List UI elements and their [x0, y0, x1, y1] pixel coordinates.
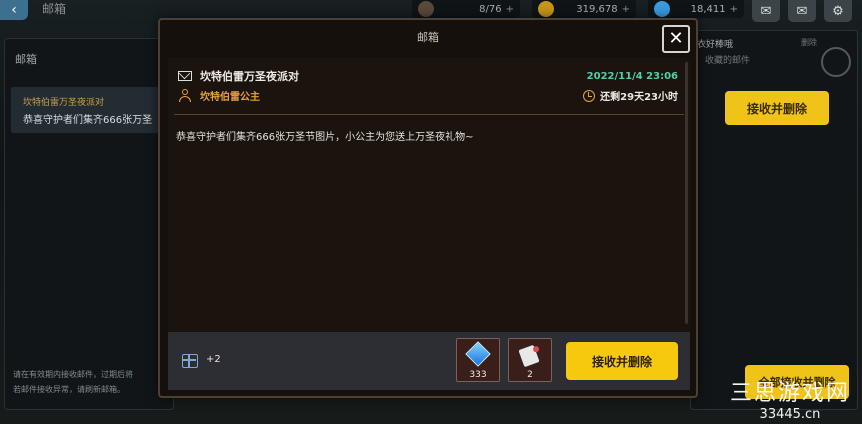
attachment-qty: 333: [469, 370, 487, 380]
chat-icon: ✉: [760, 3, 772, 19]
mail-button[interactable]: ✉: [788, 0, 816, 22]
mail-hint-1: 请在有效期内接收邮件，过期后将: [13, 370, 133, 379]
mail-icon: ✉: [796, 3, 808, 19]
expiry-text: 还剩29天23小时: [600, 92, 678, 103]
mail-sender: 坎特伯雷公主: [200, 92, 260, 103]
mail-hint-2: 若邮件接收异常，请刷新邮箱。: [13, 385, 125, 394]
diamond-icon: [465, 341, 491, 367]
watermark-site: 33445.cn: [759, 407, 821, 422]
close-button[interactable]: ✕: [662, 25, 690, 53]
mail-subject: 坎特伯雷万圣夜派对: [200, 70, 299, 83]
mail-list-panel: 邮箱 坎特伯雷万圣夜派对 恭喜守护者们集齐666张万圣 请在有效期内接收邮件，过…: [4, 38, 174, 410]
extra-count: +2: [206, 354, 221, 365]
accept-delete-button[interactable]: 接收并删除: [566, 342, 678, 380]
watermark-logo: 三思游戏网: [729, 381, 850, 406]
dialog-title: 邮箱: [417, 31, 439, 44]
add-gold-icon[interactable]: +: [622, 4, 630, 15]
mail-list-preview: 恭喜守护者们集齐666张万圣: [23, 115, 153, 126]
add-energy-icon[interactable]: +: [506, 4, 514, 15]
accept-delete-button-bg[interactable]: 接收并删除: [725, 91, 829, 125]
chat-button[interactable]: ✉: [752, 0, 780, 22]
back-arrow-icon: ‹: [11, 2, 17, 18]
gold-resource[interactable]: 319,678 +: [532, 0, 636, 18]
right-panel-title: 衣好棒哦: [697, 40, 734, 50]
scrollbar[interactable]: [685, 62, 688, 324]
mail-dialog: 邮箱 ✕ 坎特伯雷万圣夜派对 2022/11/4 23:06 坎特伯雷公主 还剩…: [158, 18, 698, 398]
close-icon: ✕: [668, 28, 684, 49]
mail-list-item[interactable]: 坎特伯雷万圣夜派对 恭喜守护者们集齐666张万圣: [11, 87, 171, 133]
right-panel-sub: 收藏的邮件: [705, 56, 751, 66]
attachment-scroll[interactable]: 2: [508, 338, 552, 382]
energy-icon: [418, 1, 434, 17]
envelope-icon: [178, 71, 192, 81]
mail-body: 恭喜守护者们集齐666张万圣节图片，小公主为您送上万圣夜礼物~: [176, 132, 474, 143]
clock-icon: [583, 89, 596, 102]
scroll-icon: [518, 344, 540, 368]
gold-coin-icon: [538, 1, 554, 17]
mail-content: 坎特伯雷万圣夜派对 2022/11/4 23:06 坎特伯雷公主 还剩29天23…: [168, 58, 690, 348]
diamond-icon: [654, 1, 670, 17]
refresh-icon[interactable]: [821, 47, 851, 77]
panel-title: 邮箱: [15, 53, 37, 66]
add-diamond-icon[interactable]: +: [730, 4, 738, 15]
attachment-bar: +2 333 2 接收并删除: [168, 332, 690, 390]
energy-resource[interactable]: 8/76 +: [412, 0, 520, 18]
sender-icon: [178, 88, 192, 103]
mail-list-sender: 坎特伯雷万圣夜派对: [23, 98, 105, 108]
gold-value: 319,678: [576, 3, 618, 15]
settings-button[interactable]: ⚙: [824, 0, 852, 22]
energy-value: 8/76: [479, 3, 502, 15]
right-panel-delete[interactable]: 删除: [801, 37, 817, 48]
diamond-value: 18,411: [690, 3, 726, 15]
hud-title: 邮箱: [42, 2, 67, 16]
attachment-diamond[interactable]: 333: [456, 338, 500, 382]
attachment-qty: 2: [527, 370, 533, 380]
divider: [174, 114, 684, 115]
watermark: 三思游戏网 33445.cn: [730, 375, 850, 422]
mail-detail-panel: 衣好棒哦 删除 收藏的邮件 接收并删除 全部接收并删除: [690, 30, 858, 410]
settings-icon: ⚙: [832, 3, 844, 19]
back-button[interactable]: ‹: [0, 0, 28, 20]
mail-date: 2022/11/4 23:06: [586, 71, 678, 82]
gift-icon: [182, 354, 198, 368]
diamond-resource[interactable]: 18,411 +: [648, 0, 744, 18]
mail-expiry: 还剩29天23小时: [583, 88, 678, 103]
